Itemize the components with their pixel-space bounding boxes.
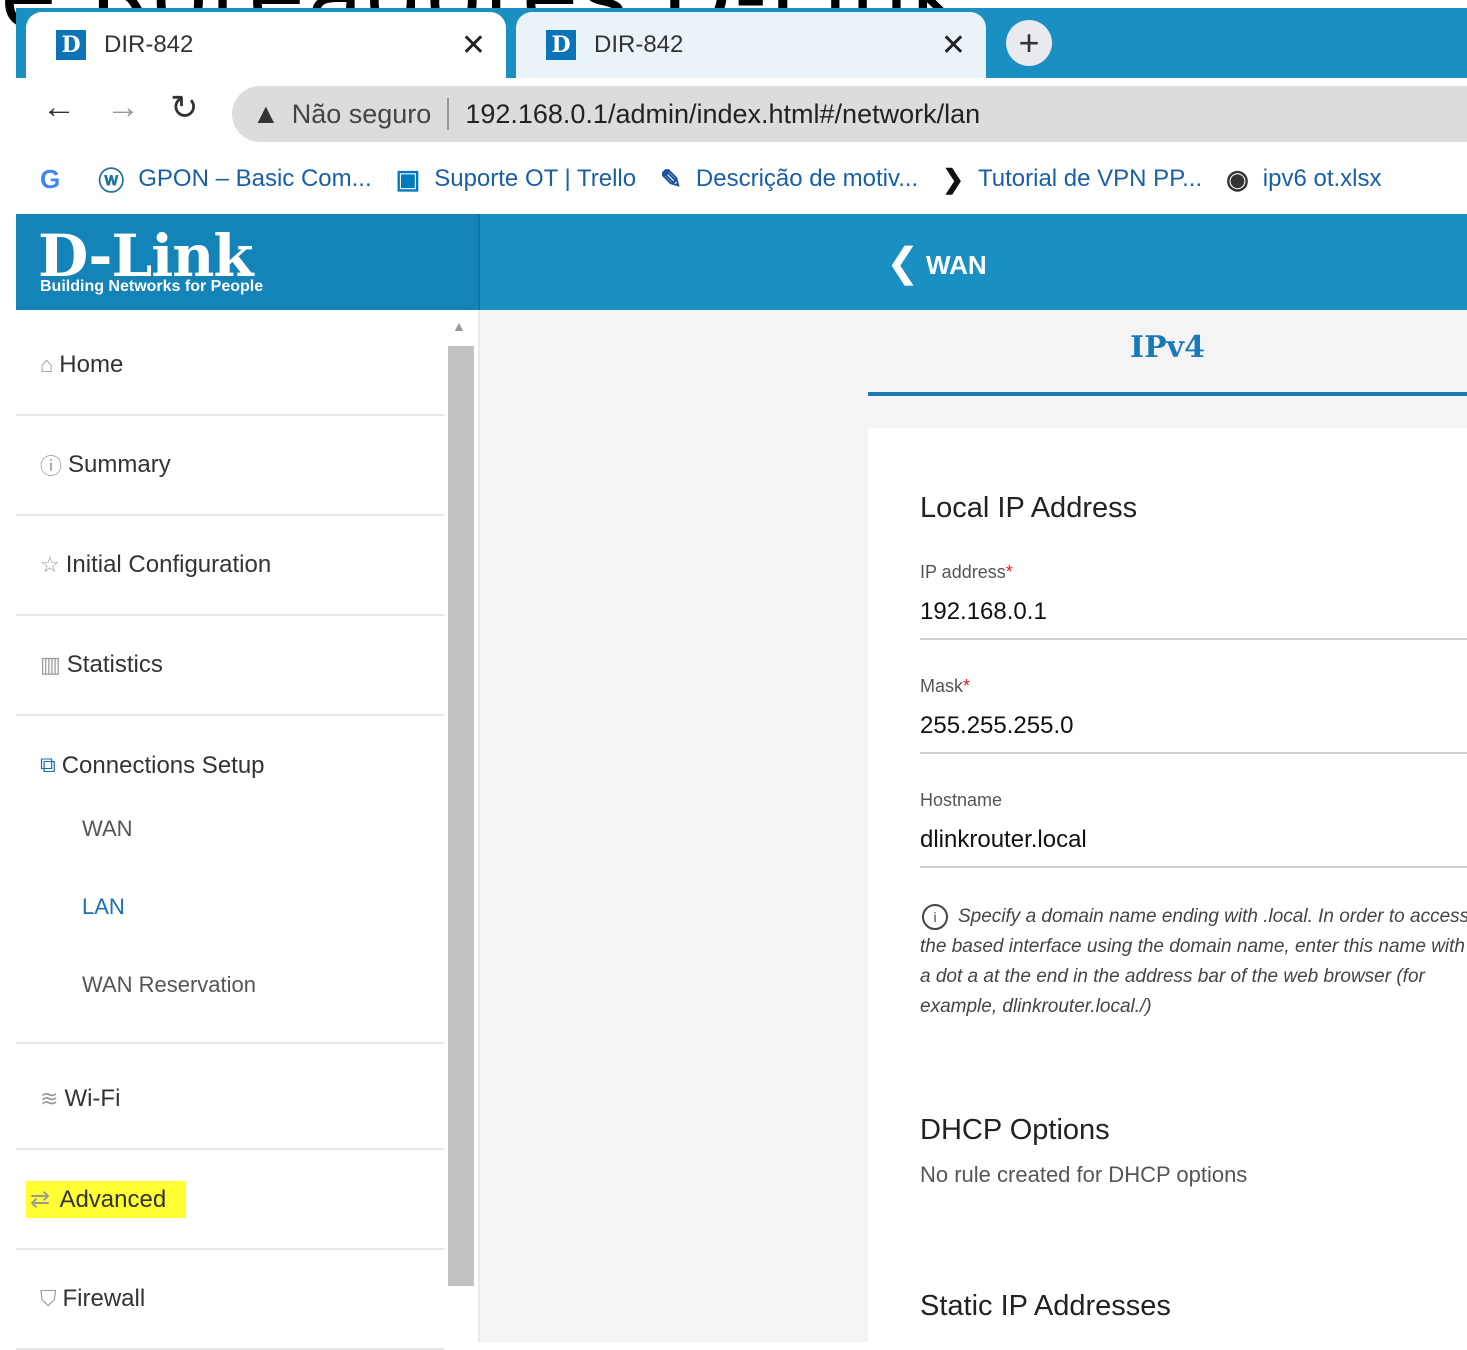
tab-title: DIR-842	[594, 31, 684, 58]
sidebar-subitem-wan[interactable]: WAN	[82, 816, 133, 842]
bookmark-label: ipv6 ot.xlsx	[1262, 165, 1382, 192]
section-title-static-ip: Static IP Addresses	[920, 1290, 1171, 1322]
logo-tagline: Building Networks for People	[40, 278, 264, 295]
bookmark-vpn[interactable]: ❯ Tutorial de VPN PP...	[942, 164, 1202, 195]
bookmark-label: Tutorial de VPN PP...	[978, 165, 1203, 192]
sidebar-item-label: Firewall	[62, 1285, 146, 1312]
sidebar-item-home[interactable]: ⌂ Home	[16, 316, 444, 416]
bookmark-google[interactable]: G	[40, 164, 74, 195]
hostname-input[interactable]: dlinkrouter.local	[920, 826, 1087, 854]
address-separator	[447, 98, 450, 130]
tab-active-indicator	[868, 392, 1467, 396]
wifi-icon: ≋	[40, 1086, 59, 1111]
url-text[interactable]: 192.168.0.1/admin/index.html#/network/la…	[465, 99, 980, 130]
bookmark-label: Suporte OT | Trello	[434, 165, 637, 192]
home-icon: ⌂	[40, 352, 54, 377]
back-link-wan[interactable]: WAN	[926, 250, 987, 281]
globe-icon: ◉	[1226, 163, 1249, 194]
dlink-favicon-icon: D	[546, 30, 576, 60]
ip-address-label: IP address*	[920, 562, 1013, 583]
security-status[interactable]: Não seguro	[292, 99, 432, 130]
ip-address-input[interactable]: 192.168.0.1	[920, 598, 1047, 626]
mask-label: Mask*	[920, 676, 970, 697]
browser-tab-1[interactable]: D DIR-842 ✕	[26, 12, 506, 78]
tutorial-icon: ❯	[942, 163, 964, 194]
sidebar-item-label: Wi-Fi	[64, 1085, 121, 1112]
label-text: IP address	[920, 562, 1006, 582]
sidebar-item-wifi[interactable]: ≋ Wi-Fi	[16, 1050, 444, 1150]
dhcp-empty-text: No rule created for DHCP options	[920, 1162, 1248, 1187]
hostname-label: Hostname	[920, 790, 1003, 810]
bookmark-ipv6[interactable]: ◉ ipv6 ot.xlsx	[1226, 164, 1381, 195]
address-toolbar: ← → ↻ ▲ Não seguro 192.168.0.1/admin/ind…	[16, 78, 1467, 148]
tab-ipv4[interactable]: IPv4	[868, 330, 1467, 390]
field-underline	[920, 752, 1467, 754]
scrollbar-thumb[interactable]	[448, 346, 474, 1286]
sidebar-subitem-wan-reservation[interactable]: WAN Reservation	[82, 972, 256, 998]
bookmark-trello[interactable]: ▣ Suporte OT | Trello	[396, 164, 636, 195]
back-arrow-icon[interactable]: ←	[42, 88, 76, 127]
hostname-hint: Specify a domain name ending with .local…	[920, 906, 1467, 1017]
sidebar-subitem-lan[interactable]: LAN	[82, 894, 125, 920]
close-icon[interactable]: ✕	[461, 28, 486, 63]
bookmarks-bar: G ⓦ GPON – Basic Com... ▣ Suporte OT | T…	[16, 148, 1467, 210]
lan-settings-card: Local IP Address IP address* 192.168.0.1…	[868, 428, 1467, 1342]
bar-chart-icon: ▥	[40, 652, 61, 677]
trello-icon: ▣	[395, 163, 421, 194]
sidebar-nav: ⌂ Home ⓘ Summary ☆ Initial Configuration…	[16, 310, 444, 1350]
bookmark-label: Descrição de motiv...	[695, 165, 919, 192]
warning-icon: ▲	[252, 98, 280, 129]
sidebar-item-label: Initial Configuration	[65, 551, 272, 578]
browser-tab-bar: D DIR-842 ✕ D DIR-842 ✕ +	[16, 8, 1467, 78]
bookmark-gpon[interactable]: ⓦ GPON – Basic Com...	[98, 161, 371, 198]
required-mark: *	[1005, 562, 1013, 582]
sidebar-item-connections-setup[interactable]: ⧉ Connections Setup WAN LAN WAN Reservat…	[16, 716, 444, 1044]
browser-tab-2[interactable]: D DIR-842 ✕	[516, 12, 986, 78]
sidebar-item-label: Home	[59, 351, 124, 378]
info-icon: ⓘ	[40, 454, 63, 479]
sidebar-item-label: Statistics	[66, 651, 163, 678]
highlight-mark: ⇄ Advanced	[26, 1180, 187, 1218]
tab-title: DIR-842	[104, 31, 194, 58]
dlink-favicon-icon: D	[56, 30, 86, 60]
address-bar[interactable]: ▲ Não seguro 192.168.0.1/admin/index.htm…	[232, 86, 1467, 142]
chevron-left-icon[interactable]: ❮	[886, 240, 920, 286]
required-mark: *	[963, 676, 971, 696]
star-icon: ☆	[40, 552, 60, 577]
advanced-icon: ⇄	[30, 1185, 51, 1213]
section-title-local-ip: Local IP Address	[920, 492, 1138, 524]
connections-icon: ⧉	[40, 752, 56, 777]
forward-arrow-icon[interactable]: →	[106, 88, 140, 127]
google-icon: G	[40, 163, 61, 194]
dlink-logo[interactable]: D-Link Building Networks for People	[16, 214, 480, 310]
close-icon[interactable]: ✕	[941, 28, 966, 63]
field-underline	[920, 638, 1467, 640]
wordpress-icon: ⓦ	[98, 165, 125, 196]
field-underline	[920, 866, 1467, 868]
label-text: Mask	[920, 676, 964, 696]
sidebar-item-firewall[interactable]: ⛉ Firewall	[16, 1250, 444, 1350]
new-tab-button[interactable]: +	[1006, 20, 1052, 66]
sidebar-item-advanced[interactable]: ⇄ Advanced	[16, 1150, 444, 1250]
section-title-dhcp-options: DHCP Options	[920, 1114, 1110, 1146]
bookmark-descricao[interactable]: ✎ Descrição de motiv...	[660, 164, 918, 195]
sidebar-item-label: Advanced	[59, 1185, 167, 1213]
bookmark-label: GPON – Basic Com...	[138, 165, 372, 192]
sidebar-item-statistics[interactable]: ▥ Statistics	[16, 616, 444, 716]
sidebar-item-summary[interactable]: ⓘ Summary	[16, 416, 444, 516]
scroll-up-icon[interactable]: ▲	[452, 318, 466, 334]
logo-icon: ✎	[660, 163, 682, 194]
sidebar-item-initial-configuration[interactable]: ☆ Initial Configuration	[16, 516, 444, 616]
router-header: D-Link Building Networks for People ❮ WA…	[16, 214, 1467, 310]
reload-icon[interactable]: ↻	[170, 88, 199, 128]
sidebar-item-label: Connections Setup	[61, 752, 265, 779]
shield-icon: ⛉	[40, 1286, 57, 1311]
sidebar-item-label: Summary	[68, 451, 171, 478]
mask-input[interactable]: 255.255.255.0	[920, 712, 1073, 740]
